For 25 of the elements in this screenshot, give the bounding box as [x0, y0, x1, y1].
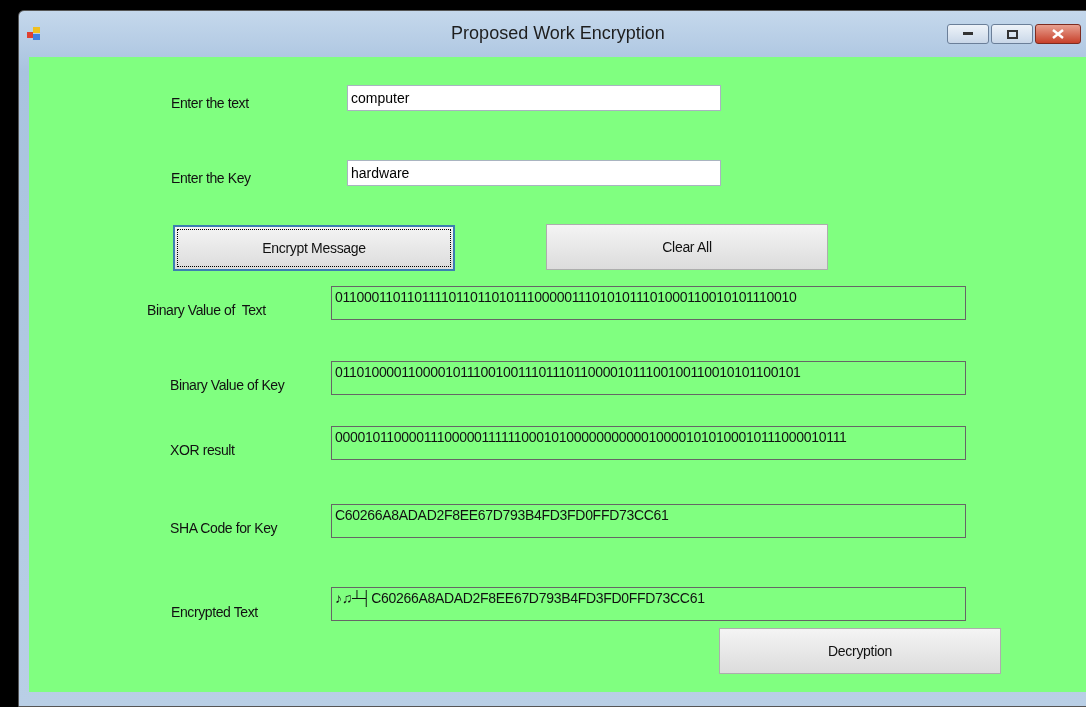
field-label: Enter the text: [171, 95, 249, 111]
maximize-button[interactable]: [991, 24, 1033, 44]
maximize-icon: [1006, 29, 1018, 39]
minimize-icon: [963, 32, 973, 36]
output-label: XOR result: [170, 442, 235, 458]
push-button[interactable]: Clear All: [546, 224, 828, 270]
output-box: ♪♫┴┤C60266A8ADAD2F8EE67D793B4FD3FD0FFD73CC61: [331, 587, 966, 621]
field-label: Enter the Key: [171, 170, 251, 186]
output-box: 0110001101101111011011010111000001110101011101000110010101110010: [331, 286, 966, 320]
app-icon: [27, 27, 41, 41]
output-label: Binary Value of Key: [170, 377, 285, 393]
close-icon: [1052, 29, 1064, 39]
output-box: 0110100001100001011100100111011101100001011100100110010101100101: [331, 361, 966, 395]
output-box: 0000101100001110000011111100010100000000000100001010100010111000010111: [331, 426, 966, 460]
text-field[interactable]: computer: [347, 85, 721, 111]
output-box: C60266A8ADAD2F8EE67D793B4FD3FD0FFD73CC61: [331, 504, 966, 538]
output-label: Binary Value of Text: [147, 302, 266, 318]
close-button[interactable]: [1035, 24, 1081, 44]
push-button[interactable]: Decryption: [719, 628, 1001, 674]
minimize-button[interactable]: [947, 24, 989, 44]
text-field[interactable]: hardware: [347, 160, 721, 186]
push-button[interactable]: Encrypt Message: [173, 225, 455, 271]
window-title: Proposed Work Encryption: [451, 23, 665, 43]
output-label: Encrypted Text: [171, 604, 258, 620]
output-label: SHA Code for Key: [170, 520, 278, 536]
